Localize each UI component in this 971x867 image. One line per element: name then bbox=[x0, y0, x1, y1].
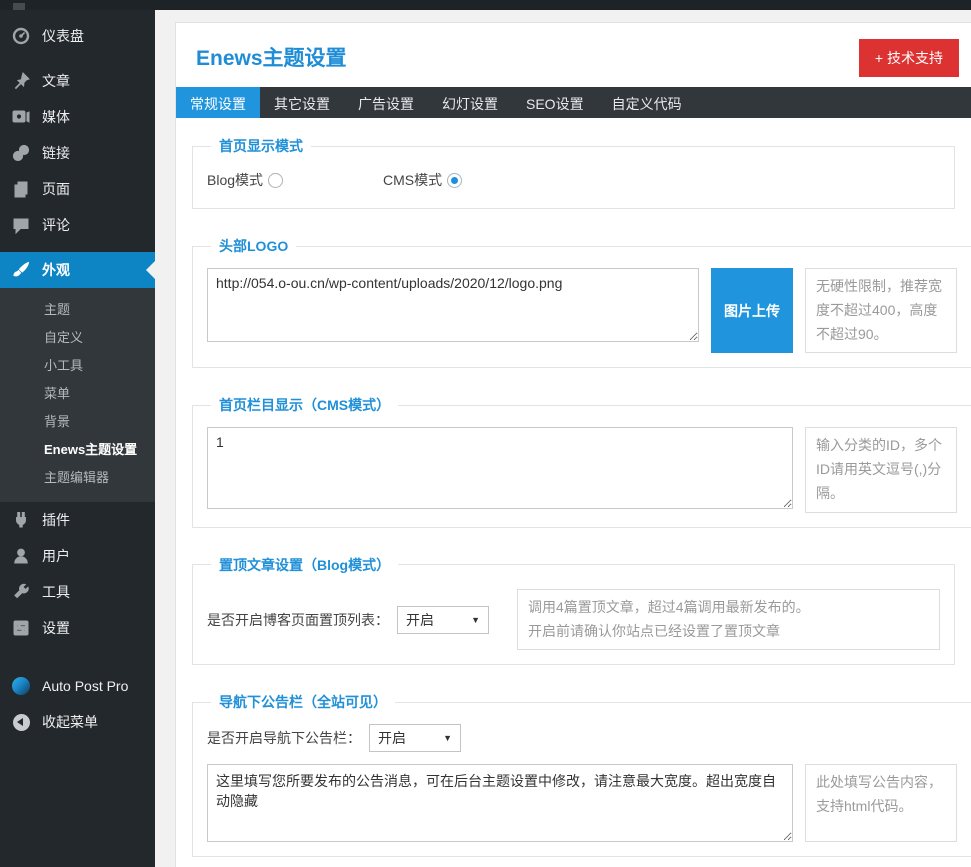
comment-icon bbox=[11, 216, 31, 234]
auto-post-pro-icon bbox=[11, 677, 31, 695]
submenu-item-background[interactable]: 背景 bbox=[0, 408, 155, 436]
sidebar-item-appearance[interactable]: 外观 bbox=[0, 252, 155, 288]
sidebar-item-users[interactable]: 用户 bbox=[0, 538, 155, 574]
main-content: Enews主题设置 + 技术支持 常规设置 其它设置 广告设置 幻灯设置 SEO… bbox=[155, 10, 971, 867]
notice-help-text: 此处填写公告内容，支持html代码。 bbox=[805, 764, 957, 842]
sidebar-item-label: 用户 bbox=[42, 546, 70, 566]
sidebar-item-label: Auto Post Pro bbox=[42, 678, 128, 694]
submenu-item-theme-editor[interactable]: 主题编辑器 bbox=[0, 464, 155, 492]
page-title: Enews主题设置 bbox=[196, 47, 347, 70]
sticky-help-text: 调用4篇置顶文章，超过4篇调用最新发布的。 开启前请确认你站点已经设置了置顶文章 bbox=[517, 589, 940, 651]
settings-tabbar: 常规设置 其它设置 广告设置 幻灯设置 SEO设置 自定义代码 bbox=[176, 87, 971, 118]
collapse-arrow-icon bbox=[11, 713, 31, 731]
section-legend: 首页显示模式 bbox=[211, 136, 311, 156]
tab-general[interactable]: 常规设置 bbox=[176, 87, 260, 118]
sidebar-item-label: 设置 bbox=[42, 618, 70, 638]
link-icon bbox=[11, 144, 31, 162]
select-arrow-icon: ▼ bbox=[443, 733, 452, 743]
section-home-display-mode: 首页显示模式 Blog模式 CMS模式 bbox=[192, 136, 955, 209]
sidebar-item-pages[interactable]: 页面 bbox=[0, 171, 155, 207]
sliders-icon bbox=[11, 619, 31, 637]
sidebar-item-auto-post-pro[interactable]: Auto Post Pro bbox=[0, 668, 155, 704]
sidebar-separator bbox=[0, 54, 155, 63]
sidebar-item-dashboard[interactable]: 仪表盘 bbox=[0, 18, 155, 54]
sidebar-item-label: 文章 bbox=[42, 71, 70, 91]
submenu-item-widgets[interactable]: 小工具 bbox=[0, 352, 155, 380]
plugin-icon bbox=[11, 511, 31, 529]
sidebar-item-tools[interactable]: 工具 bbox=[0, 574, 155, 610]
admin-bar-icon bbox=[13, 3, 25, 10]
sidebar-item-posts[interactable]: 文章 bbox=[0, 63, 155, 99]
tech-support-button[interactable]: + 技术支持 bbox=[859, 39, 959, 77]
blog-mode-label: Blog模式 bbox=[207, 170, 263, 190]
sidebar-item-collapse-menu[interactable]: 收起菜单 bbox=[0, 704, 155, 740]
sticky-toggle-select[interactable]: 开启 ▼ bbox=[397, 606, 489, 634]
cms-mode-radio[interactable] bbox=[447, 173, 462, 188]
section-legend: 导航下公告栏（全站可见） bbox=[211, 692, 395, 712]
sidebar-item-label: 评论 bbox=[42, 215, 70, 235]
section-legend: 头部LOGO bbox=[211, 236, 296, 256]
media-icon bbox=[11, 108, 31, 126]
admin-bar bbox=[0, 0, 971, 10]
home-columns-help-text: 输入分类的ID，多个ID请用英文逗号(,)分隔。 bbox=[805, 427, 957, 512]
user-icon bbox=[11, 547, 31, 565]
wrench-icon bbox=[11, 583, 31, 601]
section-nav-notice: 导航下公告栏（全站可见） 是否开启导航下公告栏： 开启 ▼ 这里填写您所要发布的… bbox=[192, 692, 971, 857]
sidebar-item-settings[interactable]: 设置 bbox=[0, 610, 155, 646]
sidebar-item-label: 页面 bbox=[42, 179, 70, 199]
settings-card: Enews主题设置 + 技术支持 常规设置 其它设置 广告设置 幻灯设置 SEO… bbox=[175, 22, 971, 867]
dashboard-icon bbox=[11, 27, 31, 45]
notice-toggle-select[interactable]: 开启 ▼ bbox=[369, 724, 461, 752]
submenu-item-themes[interactable]: 主题 bbox=[0, 296, 155, 324]
sidebar-separator bbox=[0, 243, 155, 252]
submenu-item-enews-settings[interactable]: Enews主题设置 bbox=[0, 436, 155, 464]
sidebar-item-label: 收起菜单 bbox=[42, 712, 98, 732]
tab-other[interactable]: 其它设置 bbox=[260, 87, 344, 118]
appearance-submenu: 主题 自定义 小工具 菜单 背景 Enews主题设置 主题编辑器 bbox=[0, 288, 155, 502]
card-header: Enews主题设置 + 技术支持 bbox=[176, 23, 971, 87]
notice-content-textarea[interactable]: 这里填写您所要发布的公告消息，可在后台主题设置中修改，请注意最大宽度。超出宽度自… bbox=[207, 764, 793, 842]
admin-sidebar: 仪表盘 文章 媒体 链接 页面 bbox=[0, 10, 155, 867]
home-columns-textarea[interactable]: 1 bbox=[207, 427, 793, 509]
sidebar-item-label: 链接 bbox=[42, 143, 70, 163]
section-header-logo: 头部LOGO http://054.o-ou.cn/wp-content/upl… bbox=[192, 236, 971, 368]
tab-ads[interactable]: 广告设置 bbox=[344, 87, 428, 118]
blog-mode-radio[interactable] bbox=[268, 173, 283, 188]
pushpin-icon bbox=[11, 72, 31, 90]
tab-custom-code[interactable]: 自定义代码 bbox=[598, 87, 696, 118]
sidebar-item-comments[interactable]: 评论 bbox=[0, 207, 155, 243]
select-value: 开启 bbox=[378, 728, 406, 748]
sidebar-item-links[interactable]: 链接 bbox=[0, 135, 155, 171]
select-value: 开启 bbox=[406, 610, 434, 630]
sticky-help-line1: 调用4篇置顶文章，超过4篇调用最新发布的。 bbox=[528, 599, 810, 615]
sidebar-item-label: 工具 bbox=[42, 582, 70, 602]
sidebar-item-plugins[interactable]: 插件 bbox=[0, 502, 155, 538]
section-sticky-posts: 置顶文章设置（Blog模式） 是否开启博客页面置顶列表： 开启 ▼ 调用4篇置顶… bbox=[192, 555, 955, 666]
sidebar-item-label: 插件 bbox=[42, 510, 70, 530]
sidebar-item-label: 外观 bbox=[42, 260, 70, 280]
image-upload-button[interactable]: 图片上传 bbox=[711, 268, 793, 353]
active-item-arrow bbox=[146, 261, 155, 279]
select-arrow-icon: ▼ bbox=[471, 615, 480, 625]
section-legend: 置顶文章设置（Blog模式） bbox=[211, 555, 398, 575]
sticky-toggle-label: 是否开启博客页面置顶列表： bbox=[207, 610, 389, 630]
sidebar-gap bbox=[0, 646, 155, 668]
tab-slides[interactable]: 幻灯设置 bbox=[428, 87, 512, 118]
sidebar-item-label: 媒体 bbox=[42, 107, 70, 127]
paintbrush-icon bbox=[11, 261, 31, 279]
sticky-help-line2: 开启前请确认你站点已经设置了置顶文章 bbox=[528, 623, 780, 639]
tab-seo[interactable]: SEO设置 bbox=[512, 87, 598, 118]
submenu-item-menus[interactable]: 菜单 bbox=[0, 380, 155, 408]
sidebar-item-label: 仪表盘 bbox=[42, 26, 84, 46]
settings-body: 首页显示模式 Blog模式 CMS模式 头部LOGO http://054.o-… bbox=[176, 118, 971, 867]
section-legend: 首页栏目显示（CMS模式） bbox=[211, 395, 398, 415]
submenu-item-customize[interactable]: 自定义 bbox=[0, 324, 155, 352]
section-home-columns: 首页栏目显示（CMS模式） 1 输入分类的ID，多个ID请用英文逗号(,)分隔。 bbox=[192, 395, 971, 527]
logo-help-text: 无硬性限制，推荐宽度不超过400，高度不超过90。 bbox=[805, 268, 957, 353]
notice-toggle-label: 是否开启导航下公告栏： bbox=[207, 728, 361, 748]
sidebar-item-media[interactable]: 媒体 bbox=[0, 99, 155, 135]
cms-mode-label: CMS模式 bbox=[383, 170, 442, 190]
logo-url-textarea[interactable]: http://054.o-ou.cn/wp-content/uploads/20… bbox=[207, 268, 699, 342]
pages-icon bbox=[11, 180, 31, 198]
